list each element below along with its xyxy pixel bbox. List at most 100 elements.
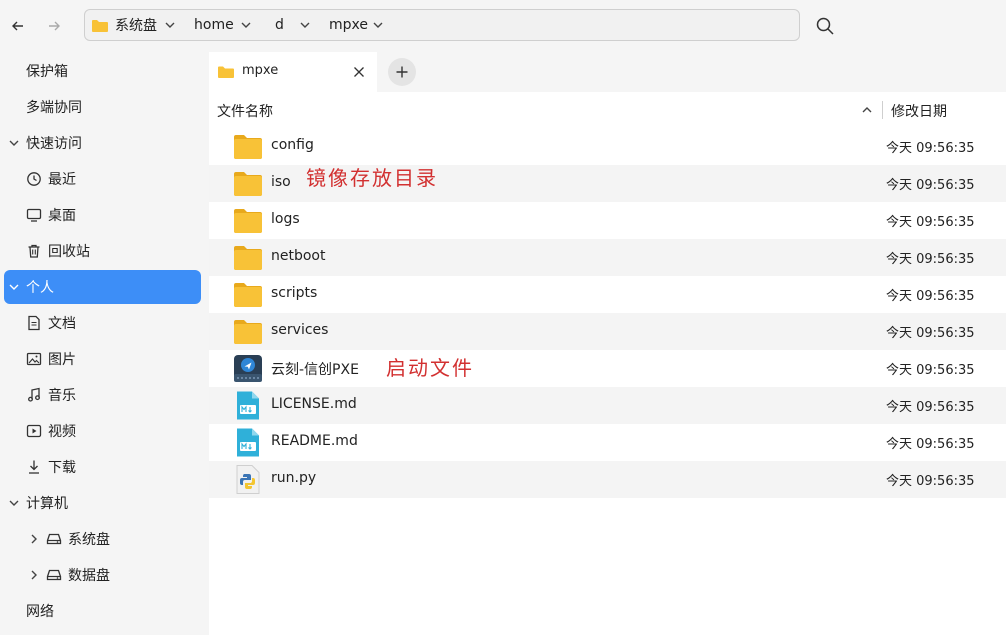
- chevron-down-icon[interactable]: [240, 19, 252, 31]
- chevron-up-icon[interactable]: [861, 104, 873, 116]
- chevron-right-icon[interactable]: [28, 533, 40, 545]
- sidebar-item-system-disk[interactable]: 系统盘: [4, 522, 201, 556]
- video-icon: [26, 424, 42, 438]
- clock-icon: [27, 172, 41, 186]
- search-button[interactable]: [814, 15, 836, 37]
- file-name: iso: [271, 174, 291, 190]
- close-icon[interactable]: [353, 66, 365, 78]
- search-icon: [816, 17, 834, 35]
- forward-button[interactable]: [42, 14, 66, 38]
- file-modified: 今天 09:56:35: [886, 141, 975, 156]
- file-modified: 今天 09:56:35: [886, 474, 975, 489]
- sidebar-item-videos[interactable]: 视频: [4, 414, 201, 448]
- file-row[interactable]: 云刻-信创PXE 今天 09:56:35: [209, 350, 1006, 387]
- breadcrumb-home[interactable]: home: [194, 10, 234, 40]
- breadcrumb-d[interactable]: d: [275, 10, 284, 40]
- column-header-modified[interactable]: 修改日期: [891, 101, 947, 121]
- file-modified: 今天 09:56:35: [886, 215, 975, 230]
- drive-icon: [46, 533, 62, 545]
- trash-icon: [28, 244, 40, 258]
- sidebar: 保护箱 多端协同 快速访问 最近 桌面 回收站 个人 文档 图片 音乐 视频 下…: [0, 52, 209, 635]
- folder-icon: [234, 283, 262, 307]
- sidebar-group-personal[interactable]: 个人: [4, 270, 201, 304]
- sidebar-item-label: 桌面: [48, 208, 76, 224]
- address-bar[interactable]: 系统盘 home d mpxe: [84, 9, 800, 41]
- sidebar-group-computer[interactable]: 计算机: [4, 486, 201, 520]
- file-row[interactable]: LICENSE.md 今天 09:56:35: [209, 387, 1006, 424]
- sidebar-item-label: 音乐: [48, 388, 76, 404]
- arrow-right-icon: [49, 21, 60, 31]
- file-row[interactable]: netboot 今天 09:56:35: [209, 239, 1006, 276]
- file-row[interactable]: config 今天 09:56:35: [209, 128, 1006, 165]
- file-modified: 今天 09:56:35: [886, 252, 975, 267]
- annotation-exec-note: 启动文件: [386, 356, 474, 380]
- sidebar-item-label: 保护箱: [26, 64, 68, 80]
- drive-icon: [46, 569, 62, 581]
- toolbar: 系统盘 home d mpxe: [0, 0, 1006, 52]
- file-name: run.py: [271, 470, 317, 486]
- sidebar-item-collab[interactable]: 多端协同: [4, 90, 201, 124]
- sidebar-item-label: 快速访问: [26, 136, 82, 152]
- sidebar-item-recent[interactable]: 最近: [4, 162, 201, 196]
- annotation-iso-note: 镜像存放目录: [306, 166, 438, 190]
- plus-icon: [396, 66, 408, 78]
- chevron-down-icon: [9, 140, 19, 146]
- back-button[interactable]: [6, 14, 30, 38]
- new-tab-button[interactable]: [388, 58, 416, 86]
- file-name: services: [271, 322, 329, 338]
- chevron-down-icon: [9, 284, 19, 290]
- folder-icon: [234, 172, 262, 196]
- file-modified: 今天 09:56:35: [886, 289, 975, 304]
- file-name: logs: [271, 211, 300, 227]
- sidebar-item-desktop[interactable]: 桌面: [4, 198, 201, 232]
- chevron-down-icon[interactable]: [299, 19, 311, 31]
- file-row[interactable]: README.md 今天 09:56:35: [209, 424, 1006, 461]
- markdown-file-icon: [237, 391, 259, 420]
- arrow-left-icon: [12, 21, 23, 31]
- sidebar-item-label: 个人: [26, 280, 54, 296]
- file-row[interactable]: services 今天 09:56:35: [209, 313, 1006, 350]
- folder-icon: [92, 20, 108, 32]
- file-name: 云刻-信创PXE: [271, 362, 359, 378]
- sidebar-item-network[interactable]: 网络: [4, 594, 201, 628]
- chevron-down-icon[interactable]: [164, 19, 176, 31]
- list-header: 文件名称 修改日期: [209, 92, 1006, 128]
- sidebar-item-trash[interactable]: 回收站: [4, 234, 201, 268]
- sidebar-item-music[interactable]: 音乐: [4, 378, 201, 412]
- folder-icon: [234, 209, 262, 233]
- breadcrumb-system-disk[interactable]: 系统盘: [115, 10, 157, 40]
- file-modified: 今天 09:56:35: [886, 400, 975, 415]
- file-modified: 今天 09:56:35: [886, 437, 975, 452]
- chevron-down-icon: [9, 500, 19, 506]
- sidebar-item-label: 系统盘: [68, 532, 110, 548]
- column-divider[interactable]: [882, 101, 883, 119]
- file-modified: 今天 09:56:35: [886, 326, 975, 341]
- sidebar-item-pictures[interactable]: 图片: [4, 342, 201, 376]
- tab-mpxe[interactable]: mpxe: [209, 52, 377, 92]
- breadcrumb-mpxe[interactable]: mpxe: [329, 10, 368, 40]
- sidebar-item-data-disk[interactable]: 数据盘: [4, 558, 201, 592]
- file-name: LICENSE.md: [271, 396, 357, 412]
- monitor-icon: [26, 208, 42, 222]
- chevron-right-icon[interactable]: [28, 569, 40, 581]
- sidebar-item-label: 计算机: [26, 496, 68, 512]
- file-row[interactable]: scripts 今天 09:56:35: [209, 276, 1006, 313]
- document-icon: [28, 315, 40, 331]
- file-row[interactable]: run.py 今天 09:56:35: [209, 461, 1006, 498]
- file-modified: 今天 09:56:35: [886, 178, 975, 193]
- chevron-down-icon[interactable]: [372, 19, 384, 31]
- sidebar-item-label: 视频: [48, 424, 76, 440]
- file-row[interactable]: logs 今天 09:56:35: [209, 202, 1006, 239]
- python-file-icon: [236, 465, 260, 494]
- file-name: config: [271, 137, 314, 153]
- markdown-file-icon: [237, 428, 259, 457]
- column-header-name[interactable]: 文件名称: [217, 101, 273, 121]
- sidebar-item-label: 图片: [48, 352, 76, 368]
- folder-icon: [234, 135, 262, 159]
- sidebar-item-label: 多端协同: [26, 100, 82, 116]
- sidebar-item-downloads[interactable]: 下载: [4, 450, 201, 484]
- sidebar-group-quick-access[interactable]: 快速访问: [4, 126, 201, 160]
- sidebar-item-documents[interactable]: 文档: [4, 306, 201, 340]
- sidebar-item-vault[interactable]: 保护箱: [4, 54, 201, 88]
- sidebar-item-label: 文档: [48, 316, 76, 332]
